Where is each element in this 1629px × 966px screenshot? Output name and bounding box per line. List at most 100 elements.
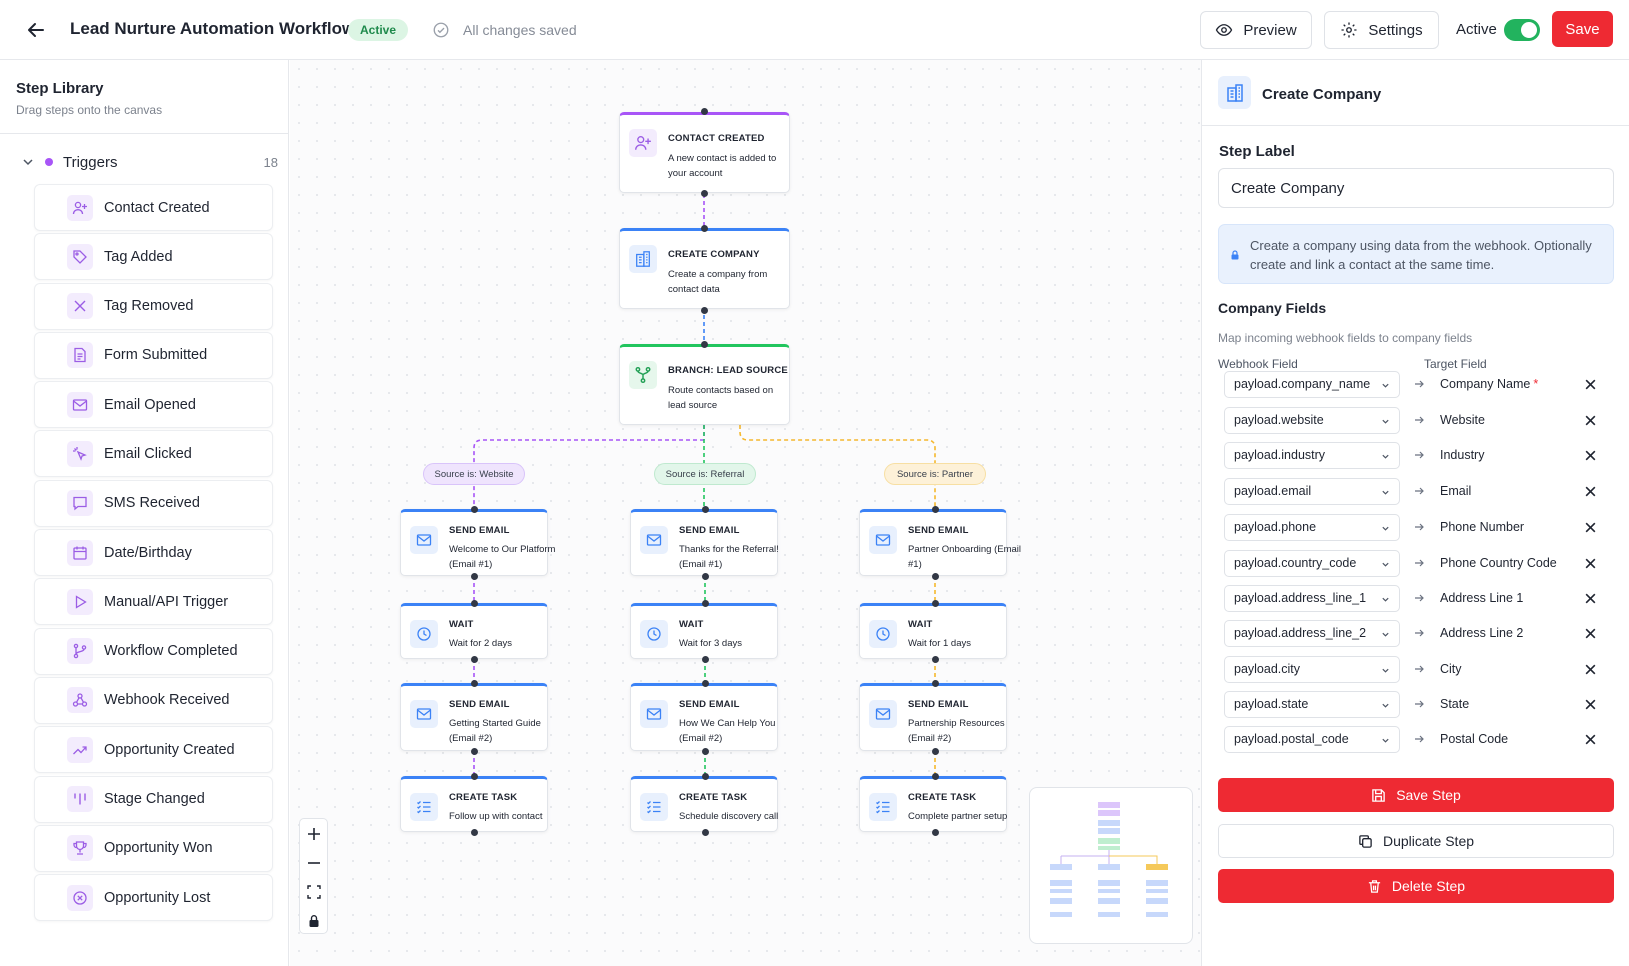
workflow-node[interactable]: WAIT Wait for 1 days: [859, 603, 1007, 659]
connection-port[interactable]: [470, 747, 478, 755]
save-step-button[interactable]: Save Step: [1218, 778, 1614, 812]
workflow-node[interactable]: BRANCH: LEAD SOURCE Route contacts based …: [619, 344, 790, 425]
close-icon[interactable]: [1584, 733, 1597, 746]
connection-port[interactable]: [470, 572, 478, 580]
connection-port[interactable]: [700, 189, 708, 197]
duplicate-step-button[interactable]: Duplicate Step: [1218, 824, 1614, 858]
connection-port[interactable]: [470, 772, 478, 780]
webhook-field-select[interactable]: payload.company_name: [1224, 371, 1400, 398]
settings-button[interactable]: Settings: [1324, 11, 1439, 49]
step-label-input[interactable]: [1218, 168, 1614, 208]
webhook-field-select[interactable]: payload.address_line_1: [1224, 585, 1400, 612]
zoom-in-button[interactable]: [300, 819, 327, 848]
close-icon[interactable]: [1584, 378, 1597, 391]
trigger-item[interactable]: Opportunity Created: [34, 726, 273, 774]
workflow-node[interactable]: SEND EMAIL How We Can Help You (Email #2): [630, 683, 778, 751]
connection-port[interactable]: [701, 828, 709, 836]
workflow-node[interactable]: SEND EMAIL Partnership Resources (Email #…: [859, 683, 1007, 751]
trigger-item[interactable]: Email Clicked: [34, 430, 273, 478]
active-toggle[interactable]: [1504, 19, 1540, 41]
webhook-field-select[interactable]: payload.postal_code: [1224, 726, 1400, 753]
webhook-field-select[interactable]: payload.website: [1224, 407, 1400, 434]
trigger-item[interactable]: Tag Added: [34, 233, 273, 281]
workflow-canvas[interactable]: CONTACT CREATED A new contact is added to…: [290, 60, 1201, 966]
connection-port[interactable]: [470, 828, 478, 836]
trigger-item[interactable]: Manual/API Trigger: [34, 578, 273, 626]
webhook-field-select[interactable]: payload.address_line_2: [1224, 620, 1400, 647]
connection-port[interactable]: [931, 572, 939, 580]
workflow-title[interactable]: Lead Nurture Automation Workflow: [70, 19, 355, 39]
preview-button[interactable]: Preview: [1200, 11, 1312, 49]
connection-port[interactable]: [931, 828, 939, 836]
trigger-item[interactable]: Workflow Completed: [34, 627, 273, 675]
connection-port[interactable]: [931, 599, 939, 607]
connection-port[interactable]: [700, 340, 708, 348]
trigger-item[interactable]: SMS Received: [34, 479, 273, 527]
delete-step-button[interactable]: Delete Step: [1218, 869, 1614, 903]
connection-port[interactable]: [931, 655, 939, 663]
connection-port[interactable]: [701, 505, 709, 513]
connection-port[interactable]: [470, 599, 478, 607]
connection-port[interactable]: [700, 224, 708, 232]
webhook-field-select[interactable]: payload.country_code: [1224, 550, 1400, 577]
close-icon[interactable]: [1584, 698, 1597, 711]
connection-port[interactable]: [470, 655, 478, 663]
webhook-field-select[interactable]: payload.email: [1224, 478, 1400, 505]
connection-port[interactable]: [701, 747, 709, 755]
connection-port[interactable]: [701, 655, 709, 663]
triggers-group-header[interactable]: Triggers 18: [0, 150, 289, 174]
workflow-node[interactable]: SEND EMAIL Partner Onboarding (Email #1): [859, 509, 1021, 576]
branch-condition-label[interactable]: Source is: Website: [423, 463, 525, 485]
trigger-item[interactable]: Webhook Received: [34, 676, 273, 724]
trigger-item[interactable]: Stage Changed: [34, 775, 273, 823]
trigger-item[interactable]: Date/Birthday: [34, 529, 273, 577]
workflow-node[interactable]: SEND EMAIL Getting Started Guide (Email #…: [400, 683, 548, 751]
trigger-item[interactable]: Tag Removed: [34, 282, 273, 330]
trigger-item[interactable]: Opportunity Won: [34, 824, 273, 872]
workflow-node[interactable]: CREATE TASK Follow up with contact: [400, 776, 548, 832]
close-icon[interactable]: [1584, 592, 1597, 605]
connection-port[interactable]: [701, 772, 709, 780]
connection-port[interactable]: [470, 505, 478, 513]
webhook-field-select[interactable]: payload.phone: [1224, 514, 1400, 541]
webhook-field-select[interactable]: payload.industry: [1224, 442, 1400, 469]
close-icon[interactable]: [1584, 449, 1597, 462]
connection-port[interactable]: [701, 572, 709, 580]
trigger-item[interactable]: Form Submitted: [34, 331, 273, 379]
connection-port[interactable]: [931, 505, 939, 513]
workflow-node[interactable]: SEND EMAIL Thanks for the Referral! (Emai…: [630, 509, 779, 576]
close-icon[interactable]: [1584, 414, 1597, 427]
workflow-node[interactable]: WAIT Wait for 2 days: [400, 603, 548, 659]
connection-port[interactable]: [931, 747, 939, 755]
workflow-node[interactable]: CREATE COMPANY Create a company from cont…: [619, 228, 790, 309]
close-icon[interactable]: [1584, 663, 1597, 676]
connection-port[interactable]: [700, 107, 708, 115]
close-icon[interactable]: [1584, 557, 1597, 570]
lock-button[interactable]: [300, 906, 327, 935]
trigger-item[interactable]: Email Opened: [34, 381, 273, 429]
connection-port[interactable]: [931, 772, 939, 780]
connection-port[interactable]: [470, 679, 478, 687]
trigger-item[interactable]: Contact Created: [34, 184, 273, 231]
workflow-node[interactable]: CONTACT CREATED A new contact is added to…: [619, 112, 790, 193]
webhook-field-select[interactable]: payload.city: [1224, 656, 1400, 683]
webhook-field-select[interactable]: payload.state: [1224, 691, 1400, 718]
workflow-node[interactable]: CREATE TASK Schedule discovery call: [630, 776, 778, 832]
zoom-out-button[interactable]: [300, 848, 327, 877]
connection-port[interactable]: [931, 679, 939, 687]
branch-condition-label[interactable]: Source is: Partner: [884, 463, 986, 485]
close-icon[interactable]: [1584, 521, 1597, 534]
field-mapping-list[interactable]: payload.company_name Company Name * payload…: [1218, 370, 1614, 755]
connection-port[interactable]: [701, 599, 709, 607]
minimap[interactable]: [1029, 787, 1193, 944]
connection-port[interactable]: [701, 679, 709, 687]
close-icon[interactable]: [1584, 485, 1597, 498]
close-icon[interactable]: [1584, 627, 1597, 640]
branch-condition-label[interactable]: Source is: Referral: [654, 463, 756, 485]
workflow-node[interactable]: SEND EMAIL Welcome to Our Platform (Email…: [400, 509, 555, 576]
trigger-item[interactable]: Opportunity Lost: [34, 874, 273, 922]
fit-view-button[interactable]: [300, 877, 327, 906]
save-button[interactable]: Save: [1552, 11, 1613, 47]
connection-port[interactable]: [700, 306, 708, 314]
workflow-node[interactable]: CREATE TASK Complete partner setup: [859, 776, 1007, 832]
